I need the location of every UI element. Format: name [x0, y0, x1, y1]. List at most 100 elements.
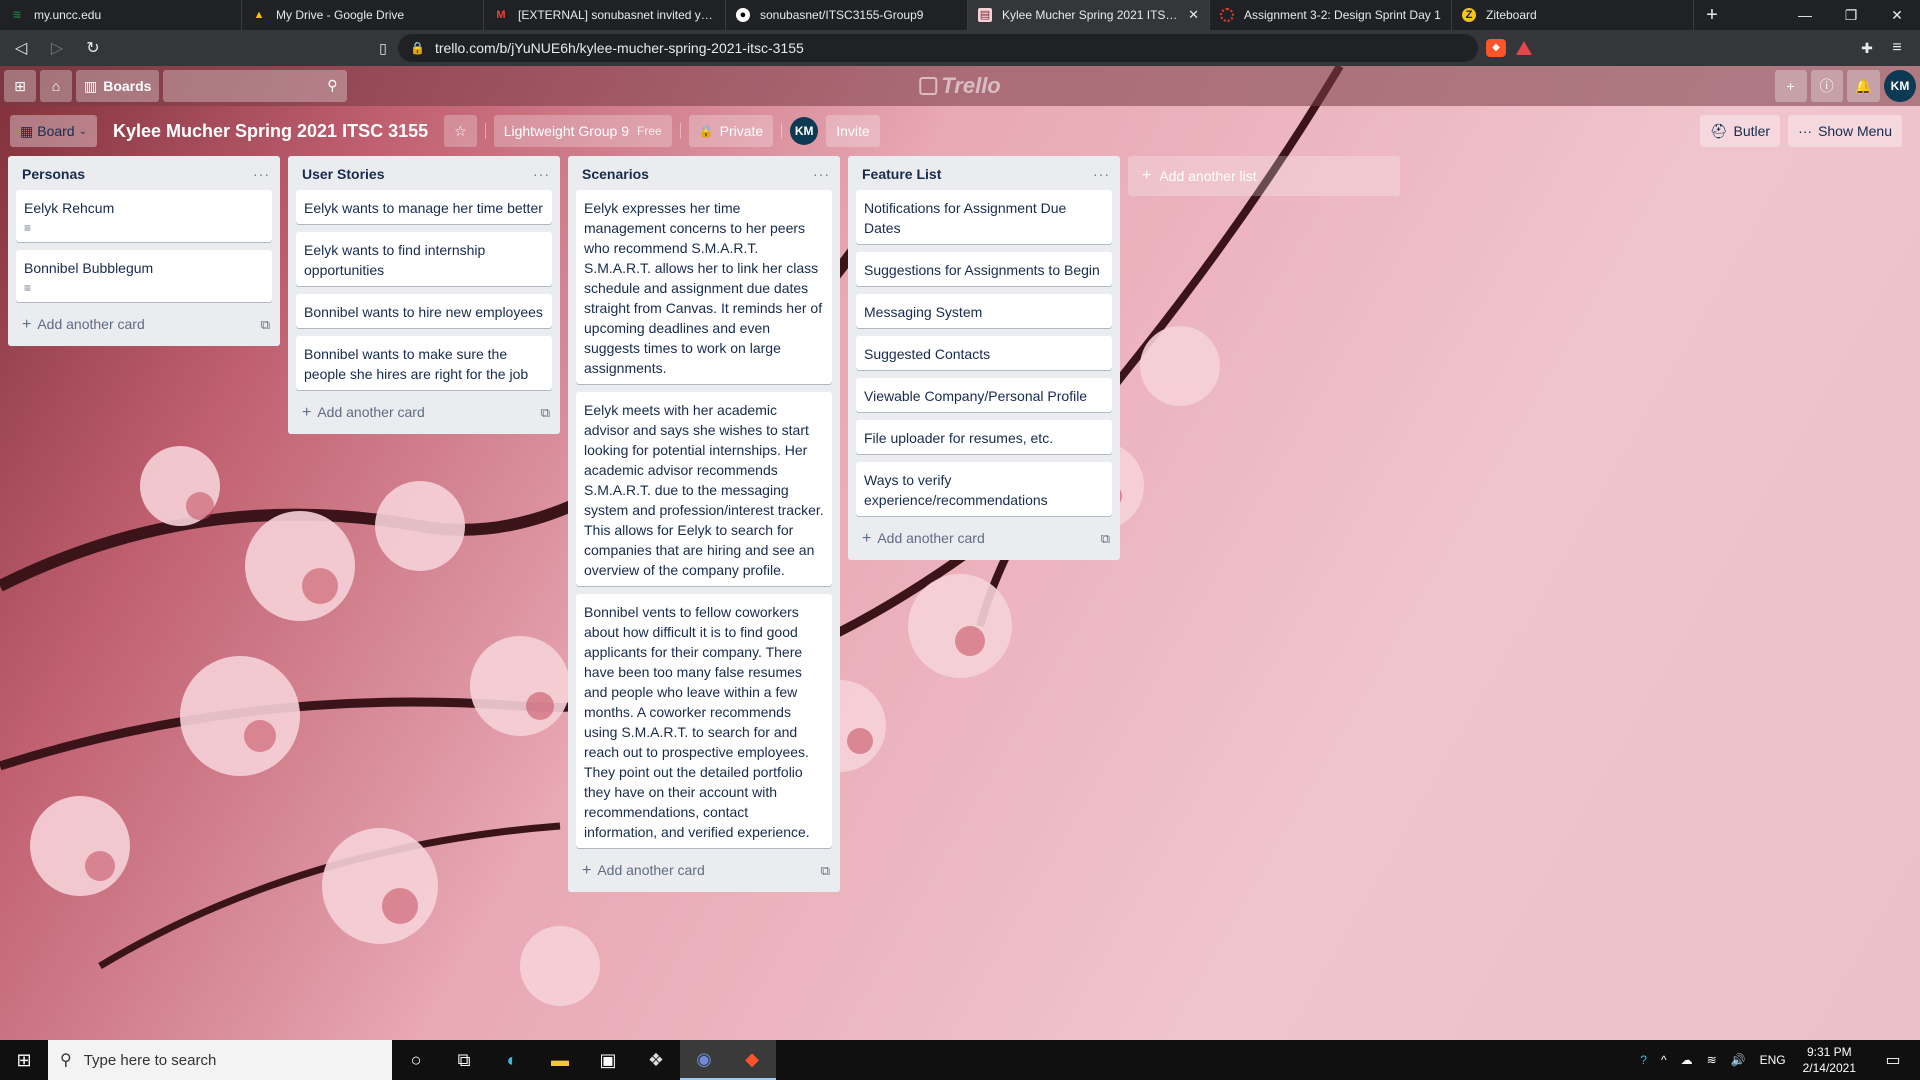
card[interactable]: File uploader for resumes, etc. [856, 420, 1112, 454]
invite-button[interactable]: Invite [826, 115, 880, 147]
language-indicator[interactable]: ENG [1760, 1053, 1786, 1067]
store-icon[interactable]: ▣ [584, 1040, 632, 1080]
card-title: Suggested Contacts [864, 346, 991, 362]
reload-icon[interactable]: ↻ [78, 38, 108, 58]
card[interactable]: Bonnibel wants to make sure the people s… [296, 336, 552, 390]
home-icon: ⌂ [51, 78, 61, 94]
card-template-icon[interactable]: ⧉ [821, 863, 830, 879]
file-explorer-icon[interactable]: ▬ [536, 1040, 584, 1080]
boards-button[interactable]: ▥ Boards [76, 70, 160, 102]
cortana-icon[interactable]: ○ [392, 1040, 440, 1080]
card[interactable]: Ways to verify experience/recommendation… [856, 462, 1112, 516]
card-template-icon[interactable]: ⧉ [541, 405, 550, 421]
browser-tab-uncc[interactable]: ≋ my.uncc.edu [0, 0, 242, 30]
brave-rewards-icon[interactable] [1516, 41, 1532, 55]
team-button[interactable]: Lightweight Group 9 Free [493, 115, 672, 147]
list-name[interactable]: Scenarios [582, 166, 649, 182]
add-list-button[interactable]: + Add another list [1128, 156, 1400, 196]
card[interactable]: Notifications for Assignment Due Dates [856, 190, 1112, 244]
create-button[interactable]: + [1774, 70, 1807, 102]
close-window-icon[interactable]: ✕ [1874, 0, 1920, 30]
card-template-icon[interactable]: ⧉ [261, 317, 270, 333]
address-bar[interactable]: 🔒 trello.com/b/jYuNUE6h/kylee-mucher-spr… [398, 34, 1478, 62]
browser-tab-trello[interactable]: ▤ Kylee Mucher Spring 2021 ITSC 3155 ✕ [968, 0, 1210, 30]
card-template-icon[interactable]: ⧉ [1101, 531, 1110, 547]
list-name[interactable]: Personas [22, 166, 85, 182]
edge-icon[interactable]: ◐ [488, 1040, 536, 1080]
search-input[interactable]: ⚲ [163, 70, 348, 102]
list-name[interactable]: User Stories [302, 166, 384, 182]
add-card-button[interactable]: + Add another card ⧉ [848, 524, 1120, 556]
add-card-button[interactable]: + Add another card ⧉ [568, 856, 840, 888]
list-actions-icon[interactable]: ··· [813, 166, 830, 182]
show-menu-button[interactable]: ··· Show Menu [1788, 115, 1902, 147]
card[interactable]: Bonnibel wants to hire new employees [296, 294, 552, 328]
brave-shields-icon[interactable]: ◆ [1486, 39, 1506, 57]
list-actions-icon[interactable]: ··· [1093, 166, 1110, 182]
card[interactable]: Eelyk wants to find internship opportuni… [296, 232, 552, 286]
trello-logo[interactable]: Trello [919, 73, 1001, 99]
dropbox-icon[interactable]: ❖ [632, 1040, 680, 1080]
wifi-icon[interactable]: ≋ [1707, 1053, 1717, 1067]
list-header[interactable]: Feature List ··· [848, 156, 1120, 190]
new-tab-button[interactable]: + [1694, 0, 1730, 30]
notifications-button[interactable]: 🔔 [1846, 70, 1880, 102]
list-actions-icon[interactable]: ··· [533, 166, 550, 182]
back-icon[interactable]: ◁ [6, 38, 36, 58]
board-view-switcher[interactable]: ▦ Board ⌄ [10, 115, 97, 147]
card[interactable]: Viewable Company/Personal Profile [856, 378, 1112, 412]
card[interactable]: Messaging System [856, 294, 1112, 328]
add-card-button[interactable]: + Add another card ⧉ [288, 398, 560, 430]
board-title[interactable]: Kylee Mucher Spring 2021 ITSC 3155 [105, 121, 436, 142]
browser-tab-google-drive[interactable]: ▲ My Drive - Google Drive [242, 0, 484, 30]
chevron-up-icon[interactable]: ^ [1661, 1053, 1667, 1067]
taskbar-search-input[interactable]: ⚲ Type here to search [48, 1040, 392, 1080]
forward-icon[interactable]: ▷ [42, 38, 72, 58]
help-icon[interactable]: ? [1640, 1053, 1647, 1067]
card[interactable]: Suggested Contacts [856, 336, 1112, 370]
task-view-icon[interactable]: ⧉ [440, 1040, 488, 1080]
browser-tab-github[interactable]: ● sonubasnet/ITSC3155-Group9 [726, 0, 968, 30]
card[interactable]: Eelyk meets with her academic advisor an… [576, 392, 832, 586]
card[interactable]: Suggestions for Assignments to Begin [856, 252, 1112, 286]
board-member-avatar[interactable]: KM [790, 117, 819, 145]
list-header[interactable]: Personas ··· [8, 156, 280, 190]
list-name[interactable]: Feature List [862, 166, 941, 182]
action-center-icon[interactable]: ▭ [1873, 1050, 1913, 1070]
close-tab-icon[interactable]: ✕ [1188, 7, 1199, 23]
card[interactable]: Bonnibel Bubblegum ≡ [16, 250, 272, 302]
onedrive-icon[interactable]: ☁ [1681, 1053, 1693, 1067]
list-header[interactable]: User Stories ··· [288, 156, 560, 190]
browser-tab-canvas[interactable]: Assignment 3-2: Design Sprint Day 1 [1210, 0, 1452, 30]
restore-icon[interactable]: ❐ [1828, 0, 1874, 30]
home-button[interactable]: ⌂ [40, 70, 72, 102]
list-actions-icon[interactable]: ··· [253, 166, 270, 182]
bookmark-icon[interactable]: ▯ [368, 40, 398, 57]
card[interactable]: Eelyk wants to manage her time better [296, 190, 552, 224]
windows-start-icon[interactable]: ⊞ [0, 1040, 48, 1080]
uncc-icon: ≋ [12, 9, 22, 21]
browser-tab-ziteboard[interactable]: Z Ziteboard [1452, 0, 1694, 30]
butler-button[interactable]: ⛑ Butler [1699, 115, 1781, 147]
add-card-button[interactable]: + Add another card ⧉ [8, 310, 280, 342]
board-view-label: Board [37, 123, 75, 139]
browser-menu-icon[interactable]: ≡ [1882, 39, 1912, 57]
card-title: Eelyk wants to find internship opportuni… [304, 242, 486, 278]
extensions-icon[interactable]: ✚ [1852, 40, 1882, 57]
discord-icon[interactable]: ◉ [680, 1040, 728, 1080]
apps-button[interactable]: ⊞ [4, 70, 36, 102]
card-title: Bonnibel vents to fellow coworkers about… [584, 604, 810, 840]
list-header[interactable]: Scenarios ··· [568, 156, 840, 190]
clock[interactable]: 9:31 PM 2/14/2021 [1803, 1044, 1856, 1076]
card[interactable]: Eelyk Rehcum ≡ [16, 190, 272, 242]
info-button[interactable]: ⓘ [1810, 70, 1843, 102]
star-board-button[interactable]: ☆ [444, 115, 477, 147]
browser-tab-gmail[interactable]: M [EXTERNAL] sonubasnet invited you to [484, 0, 726, 30]
visibility-button[interactable]: 🔒 Private [688, 115, 774, 147]
card[interactable]: Bonnibel vents to fellow coworkers about… [576, 594, 832, 848]
volume-icon[interactable]: 🔊 [1731, 1053, 1746, 1067]
user-avatar[interactable]: KM [1884, 70, 1916, 102]
minimize-icon[interactable]: — [1782, 0, 1828, 30]
brave-icon[interactable]: ◆ [728, 1040, 776, 1080]
card[interactable]: Eelyk expresses her time management conc… [576, 190, 832, 384]
